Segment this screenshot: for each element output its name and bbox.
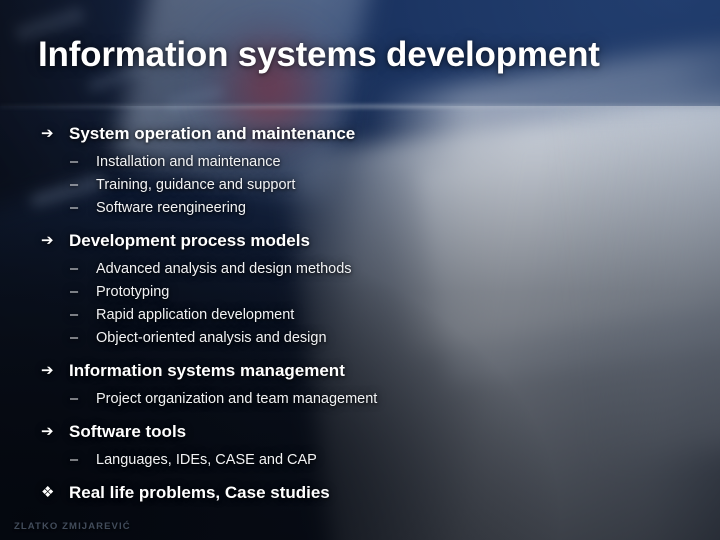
arrow-right-icon: ➔ xyxy=(41,125,54,142)
outline-group: ➔ Development process models – Advanced … xyxy=(0,229,720,350)
dash-bullet-icon: – xyxy=(70,330,79,346)
bullet-level2: – Project organization and team manageme… xyxy=(0,388,720,411)
arrow-right-icon: ➔ xyxy=(41,362,54,379)
bullet-level1-label: System operation and maintenance xyxy=(69,124,356,143)
bullet-level2-label: Prototyping xyxy=(96,284,170,300)
bullet-level2-label: Training, guidance and support xyxy=(96,177,296,193)
bullet-level1-label: Development process models xyxy=(69,231,310,250)
dash-bullet-icon: – xyxy=(70,452,79,468)
bullet-level2: – Prototyping xyxy=(0,281,720,304)
bullet-level2-label: Object-oriented analysis and design xyxy=(96,330,327,346)
dash-bullet-icon: – xyxy=(70,154,79,170)
arrow-right-icon: ➔ xyxy=(41,232,54,249)
bullet-level2-label: Software reengineering xyxy=(96,200,246,216)
bullet-level2-label: Project organization and team management xyxy=(96,391,378,407)
bullet-level2: – Installation and maintenance xyxy=(0,151,720,174)
bullet-level1: ❖ Real life problems, Case studies xyxy=(0,481,720,505)
bullet-level1: ➔ Information systems management xyxy=(0,359,720,383)
floret-bullet-icon: ❖ xyxy=(41,484,55,501)
bullet-level2-label: Rapid application development xyxy=(96,307,295,323)
bullet-level2: – Object-oriented analysis and design xyxy=(0,327,720,350)
bullet-level2: – Training, guidance and support xyxy=(0,174,720,197)
bullet-level2-label: Advanced analysis and design methods xyxy=(96,261,352,277)
bullet-level2: – Advanced analysis and design methods xyxy=(0,258,720,281)
bullet-level2: – Rapid application development xyxy=(0,304,720,327)
presentation-slide: Information systems development ➔ System… xyxy=(0,0,720,540)
dash-bullet-icon: – xyxy=(70,307,79,323)
bullet-level2-label: Installation and maintenance xyxy=(96,154,281,170)
slide-body-outline: ➔ System operation and maintenance – Ins… xyxy=(0,122,720,505)
bullet-level1: ➔ Development process models xyxy=(0,229,720,253)
outline-group: ❖ Real life problems, Case studies xyxy=(0,481,720,505)
outline-group: ➔ Information systems management – Proje… xyxy=(0,359,720,411)
outline-group: ➔ Software tools – Languages, IDEs, CASE… xyxy=(0,420,720,472)
dash-bullet-icon: – xyxy=(70,177,79,193)
bullet-level1-label: Real life problems, Case studies xyxy=(69,483,330,502)
slide-title: Information systems development xyxy=(38,35,600,74)
dash-bullet-icon: – xyxy=(70,391,79,407)
bullet-level2-label: Languages, IDEs, CASE and CAP xyxy=(96,452,317,468)
outline-group: ➔ System operation and maintenance – Ins… xyxy=(0,122,720,220)
bullet-level2: – Software reengineering xyxy=(0,197,720,220)
title-band-divider xyxy=(0,104,720,109)
bullet-level1-label: Information systems management xyxy=(69,361,345,380)
bullet-level1-label: Software tools xyxy=(69,422,187,441)
bullet-level1: ➔ Software tools xyxy=(0,420,720,444)
bullet-level1: ➔ System operation and maintenance xyxy=(0,122,720,146)
dash-bullet-icon: – xyxy=(70,284,79,300)
arrow-right-icon: ➔ xyxy=(41,423,54,440)
author-watermark: ZLATKO ZMIJAREVIĆ xyxy=(14,521,131,532)
bullet-level2: – Languages, IDEs, CASE and CAP xyxy=(0,449,720,472)
dash-bullet-icon: – xyxy=(70,261,79,277)
dash-bullet-icon: – xyxy=(70,200,79,216)
